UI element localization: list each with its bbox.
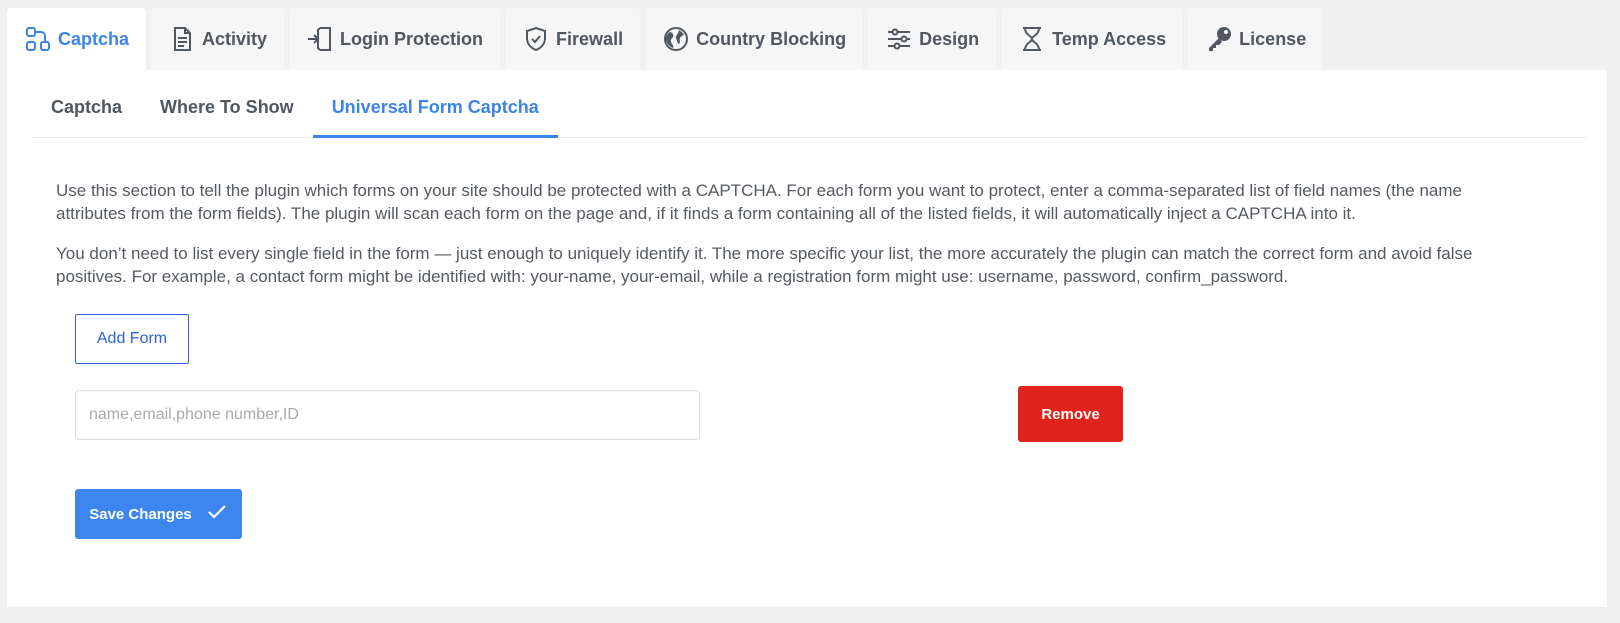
save-changes-label: Save Changes bbox=[89, 505, 192, 523]
remove-button[interactable]: Remove bbox=[1018, 386, 1123, 442]
checkmark-icon bbox=[206, 503, 228, 525]
tab-license[interactable]: License bbox=[1188, 8, 1324, 70]
tab-design[interactable]: Design bbox=[868, 8, 997, 70]
sub-tab-bar: Captcha Where To Show Universal Form Cap… bbox=[32, 70, 1587, 138]
tab-activity[interactable]: Activity bbox=[151, 8, 285, 70]
key-icon bbox=[1205, 25, 1233, 53]
tab-login-protection[interactable]: Login Protection bbox=[289, 8, 501, 70]
tab-label: Temp Access bbox=[1052, 28, 1167, 49]
subtab-universal-form-captcha[interactable]: Universal Form Captcha bbox=[312, 70, 558, 138]
shield-check-icon bbox=[522, 25, 550, 53]
login-door-icon bbox=[306, 25, 334, 53]
subtab-captcha[interactable]: Captcha bbox=[32, 70, 141, 138]
save-changes-button[interactable]: Save Changes bbox=[75, 489, 242, 539]
globe-icon bbox=[662, 25, 690, 53]
description-paragraph-2: You don’t need to list every single fiel… bbox=[56, 244, 1473, 286]
description-paragraph-1: Use this section to tell the plugin whic… bbox=[56, 181, 1462, 223]
form-fields-input[interactable] bbox=[75, 390, 700, 440]
tab-label: Country Blocking bbox=[696, 28, 847, 49]
captcha-icon bbox=[24, 25, 52, 53]
settings-panel: Captcha Where To Show Universal Form Cap… bbox=[7, 70, 1607, 607]
sliders-icon bbox=[885, 25, 913, 53]
tab-captcha[interactable]: Captcha bbox=[7, 8, 147, 70]
tab-temp-access[interactable]: Temp Access bbox=[1001, 8, 1184, 70]
subtab-where-to-show[interactable]: Where To Show bbox=[141, 70, 313, 138]
add-form-button[interactable]: Add Form bbox=[75, 314, 189, 364]
main-tab-bar: Captcha Activity Login Protection Firewa… bbox=[7, 8, 1328, 70]
tab-label: Firewall bbox=[556, 28, 624, 49]
tab-label: License bbox=[1239, 28, 1307, 49]
tab-label: Design bbox=[919, 28, 980, 49]
tab-label: Captcha bbox=[58, 28, 130, 49]
hourglass-icon bbox=[1018, 25, 1046, 53]
tab-label: Activity bbox=[202, 28, 268, 49]
tab-country-blocking[interactable]: Country Blocking bbox=[645, 8, 864, 70]
tab-label: Login Protection bbox=[340, 28, 484, 49]
document-icon bbox=[168, 25, 196, 53]
tab-firewall[interactable]: Firewall bbox=[505, 8, 641, 70]
